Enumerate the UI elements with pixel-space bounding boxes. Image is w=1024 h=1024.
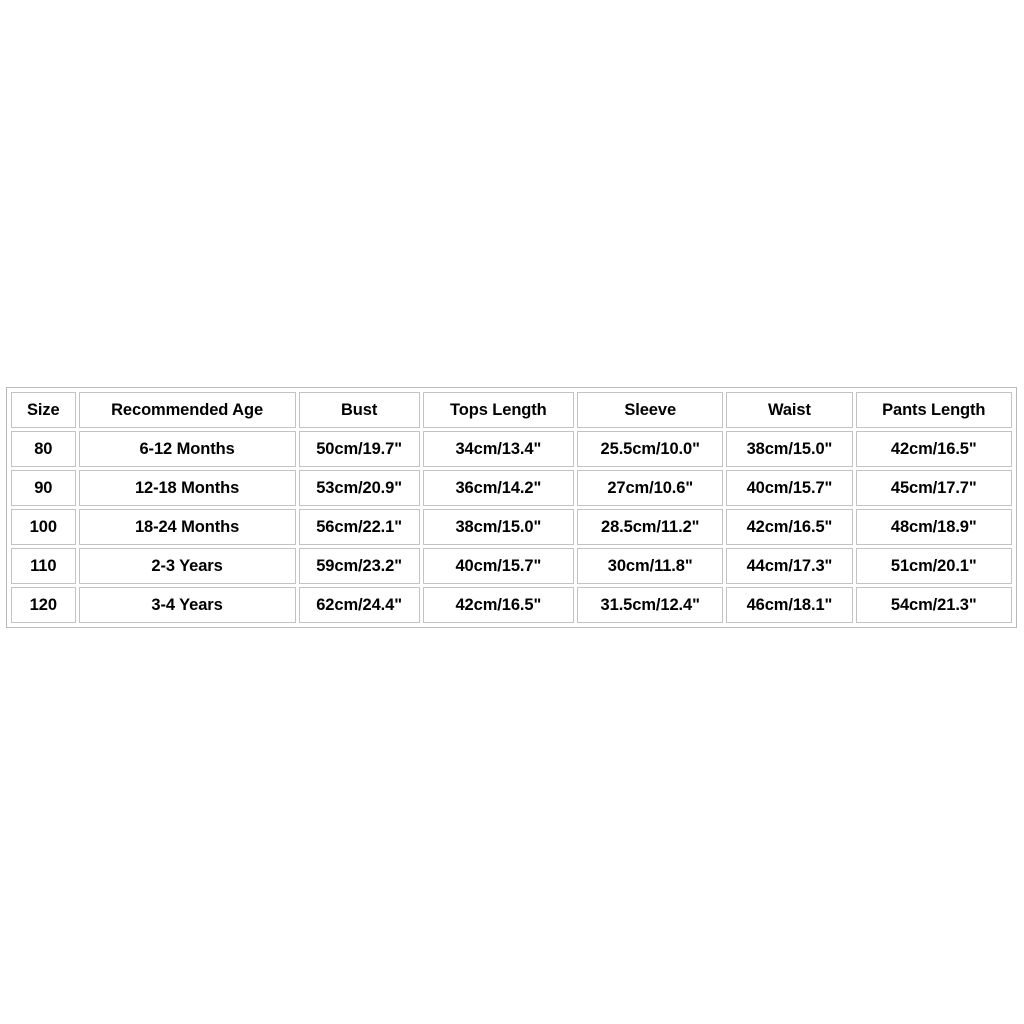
cell-bust: 62cm/24.4" (298, 587, 420, 623)
cell-tops-length: 40cm/15.7" (422, 548, 575, 584)
cell-sleeve: 27cm/10.6" (577, 470, 724, 506)
cell-sleeve: 30cm/11.8" (577, 548, 724, 584)
cell-pants-length: 48cm/18.9" (855, 509, 1012, 545)
cell-size: 80 (11, 431, 76, 467)
cell-sleeve: 31.5cm/12.4" (577, 587, 724, 623)
size-chart-body: 80 6-12 Months 50cm/19.7" 34cm/13.4" 25.… (11, 431, 1012, 623)
cell-size: 110 (11, 548, 76, 584)
column-header-bust: Bust (298, 392, 420, 428)
cell-waist: 42cm/16.5" (726, 509, 853, 545)
cell-age: 18-24 Months (78, 509, 296, 545)
size-chart-table: Size Recommended Age Bust Tops Length Sl… (8, 389, 1015, 626)
cell-bust: 50cm/19.7" (298, 431, 420, 467)
page-canvas: Size Recommended Age Bust Tops Length Sl… (0, 0, 1024, 1024)
cell-age: 12-18 Months (78, 470, 296, 506)
cell-tops-length: 34cm/13.4" (422, 431, 575, 467)
cell-tops-length: 42cm/16.5" (422, 587, 575, 623)
cell-sleeve: 25.5cm/10.0" (577, 431, 724, 467)
cell-size: 100 (11, 509, 76, 545)
cell-pants-length: 42cm/16.5" (855, 431, 1012, 467)
cell-age: 2-3 Years (78, 548, 296, 584)
cell-pants-length: 51cm/20.1" (855, 548, 1012, 584)
cell-bust: 59cm/23.2" (298, 548, 420, 584)
table-row: 90 12-18 Months 53cm/20.9" 36cm/14.2" 27… (11, 470, 1012, 506)
cell-sleeve: 28.5cm/11.2" (577, 509, 724, 545)
column-header-size: Size (11, 392, 76, 428)
cell-size: 90 (11, 470, 76, 506)
cell-pants-length: 45cm/17.7" (855, 470, 1012, 506)
cell-age: 6-12 Months (78, 431, 296, 467)
cell-age: 3-4 Years (78, 587, 296, 623)
column-header-waist: Waist (726, 392, 853, 428)
cell-waist: 38cm/15.0" (726, 431, 853, 467)
cell-bust: 56cm/22.1" (298, 509, 420, 545)
column-header-tops-length: Tops Length (422, 392, 575, 428)
column-header-sleeve: Sleeve (577, 392, 724, 428)
table-row: 120 3-4 Years 62cm/24.4" 42cm/16.5" 31.5… (11, 587, 1012, 623)
column-header-pants-length: Pants Length (855, 392, 1012, 428)
cell-tops-length: 38cm/15.0" (422, 509, 575, 545)
table-row: 100 18-24 Months 56cm/22.1" 38cm/15.0" 2… (11, 509, 1012, 545)
table-header-row: Size Recommended Age Bust Tops Length Sl… (11, 392, 1012, 428)
cell-waist: 40cm/15.7" (726, 470, 853, 506)
table-row: 80 6-12 Months 50cm/19.7" 34cm/13.4" 25.… (11, 431, 1012, 467)
table-row: 110 2-3 Years 59cm/23.2" 40cm/15.7" 30cm… (11, 548, 1012, 584)
cell-size: 120 (11, 587, 76, 623)
cell-bust: 53cm/20.9" (298, 470, 420, 506)
column-header-recommended-age: Recommended Age (78, 392, 296, 428)
cell-waist: 46cm/18.1" (726, 587, 853, 623)
cell-tops-length: 36cm/14.2" (422, 470, 575, 506)
size-chart-container: Size Recommended Age Bust Tops Length Sl… (6, 387, 1017, 628)
size-chart-header: Size Recommended Age Bust Tops Length Sl… (11, 392, 1012, 428)
cell-pants-length: 54cm/21.3" (855, 587, 1012, 623)
cell-waist: 44cm/17.3" (726, 548, 853, 584)
